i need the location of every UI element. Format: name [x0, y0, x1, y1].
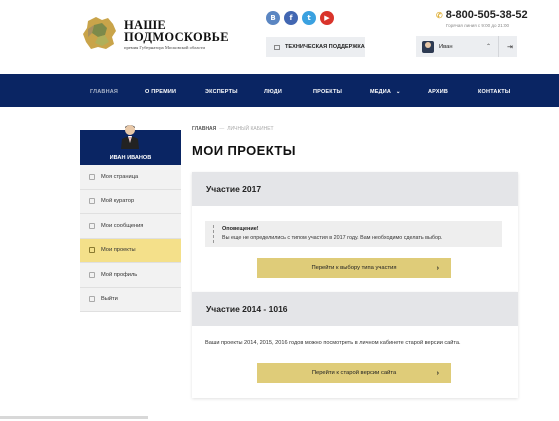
user-avatar — [121, 125, 139, 149]
hotline-phone[interactable]: ✆ 8-800-505-38-52 — [436, 9, 528, 21]
vk-icon[interactable]: В — [266, 11, 280, 25]
divider — [498, 36, 500, 57]
avatar — [422, 40, 434, 53]
panel-2014-title: Участие 2014 - 1016 — [192, 292, 518, 326]
sidebar-item-profile[interactable]: Мой профиль — [80, 263, 181, 288]
breadcrumb-home[interactable]: ГЛАВНАЯ — [192, 126, 216, 132]
message-icon — [89, 222, 95, 229]
folder-icon — [89, 247, 95, 254]
profile-sidebar: ИВАН ИВАНОВ Моя страница Мой куратор Мои… — [80, 125, 181, 312]
breadcrumb-separator: — — [219, 126, 225, 132]
nav-item-media-label: МЕДИА — [370, 89, 392, 95]
breadcrumb-current: ЛИЧНЫЙ КАБИНЕТ — [227, 126, 274, 132]
user-menu[interactable]: Иван ⌃ ⇥ — [416, 36, 517, 57]
curator-icon — [89, 198, 95, 205]
notice-box: Оповещение! Вы еще не определились с тип… — [205, 221, 502, 247]
region-map-icon — [83, 17, 116, 49]
sidebar-item-label: Выйти — [101, 296, 118, 303]
old-site-label: Перейти к старой версии сайта — [311, 370, 397, 376]
nav-item-about[interactable]: О ПРЕМИИ — [145, 89, 176, 95]
youtube-icon[interactable]: ▶ — [320, 11, 334, 25]
horizontal-scrollbar[interactable] — [0, 416, 148, 419]
sidebar-item-projects[interactable]: Мои проекты — [80, 238, 181, 263]
mail-icon — [274, 44, 280, 50]
phone-icon: ✆ — [436, 11, 443, 20]
sidebar-item-label: Моя страница — [101, 173, 139, 180]
sidebar-item-label: Мои проекты — [101, 247, 136, 254]
logout-icon — [89, 296, 95, 303]
breadcrumb: ГЛАВНАЯ — ЛИЧНЫЙ КАБИНЕТ — [192, 126, 274, 132]
notice-divider — [213, 225, 214, 243]
old-site-button[interactable]: Перейти к старой версии сайта › — [257, 363, 451, 383]
nav-item-projects[interactable]: ПРОЕКТЫ — [313, 89, 342, 95]
panel-2014-text: Ваши проекты 2014, 2015, 2016 годов можн… — [205, 340, 461, 346]
phone-number: 8-800-505-38-52 — [445, 9, 528, 21]
logo-subtitle: премия Губернатора Московской области — [124, 45, 206, 50]
chevron-down-icon: ⌄ — [395, 89, 401, 95]
sidebar-item-curator[interactable]: Мой куратор — [80, 190, 181, 214]
panel-2014: Участие 2014 - 1016 Ваши проекты 2014, 2… — [192, 292, 518, 398]
sidebar-header: ИВАН ИВАНОВ — [80, 125, 181, 165]
page-title: МОИ ПРОЕКТЫ — [192, 143, 296, 158]
nav-item-experts[interactable]: ЭКСПЕРТЫ — [205, 89, 238, 95]
user-name: Иван — [439, 43, 453, 50]
nav-item-media[interactable]: МЕДИА ⌄ — [370, 89, 401, 95]
chevron-right-icon: › — [436, 264, 439, 272]
sidebar-menu: Моя страница Мой куратор Мои сообщения М… — [80, 165, 181, 312]
notice-title: Оповещение! — [222, 226, 259, 232]
nav-item-archive[interactable]: АРХИВ — [428, 89, 448, 95]
chevron-up-icon[interactable]: ⌃ — [486, 43, 491, 50]
choose-participation-label: Перейти к выбору типа участия — [311, 265, 397, 271]
tech-support-button[interactable]: ТЕХНИЧЕСКАЯ ПОДДЕРЖКА — [266, 37, 365, 57]
user-icon — [89, 173, 95, 180]
nav-item-people[interactable]: ЛЮДИ — [264, 89, 282, 95]
main-nav: ГЛАВНАЯ О ПРЕМИИ ЭКСПЕРТЫ ЛЮДИ ПРОЕКТЫ М… — [0, 74, 559, 107]
gear-icon — [89, 271, 95, 278]
sidebar-item-logout[interactable]: Выйти — [80, 288, 181, 312]
notice-text: Вы еще не определились с типом участия в… — [222, 235, 443, 241]
sidebar-user-name: ИВАН ИВАНОВ — [109, 155, 152, 161]
hotline-hours: Горячая линия с 9:00 до 21:00 — [446, 23, 510, 28]
social-links: В f t ▶ — [266, 11, 334, 25]
nav-item-home[interactable]: ГЛАВНАЯ — [90, 89, 118, 95]
logout-icon[interactable]: ⇥ — [507, 43, 513, 51]
choose-participation-button[interactable]: Перейти к выбору типа участия › — [257, 258, 451, 278]
facebook-icon[interactable]: f — [284, 11, 298, 25]
sidebar-item-label: Мой куратор — [101, 198, 135, 205]
site-logo[interactable]: НАШЕ ПОДМОСКОВЬЕ премия Губернатора Моск… — [80, 13, 230, 57]
nav-item-contacts[interactable]: КОНТАКТЫ — [478, 89, 510, 95]
sidebar-item-label: Мои сообщения — [101, 222, 144, 229]
panel-2017-title: Участие 2017 — [192, 172, 518, 206]
sidebar-item-messages[interactable]: Мои сообщения — [80, 214, 181, 239]
sidebar-item-my-page[interactable]: Моя страница — [80, 165, 181, 190]
panel-2017: Участие 2017 Оповещение! Вы еще не опред… — [192, 172, 518, 292]
chevron-right-icon: › — [436, 369, 439, 377]
sidebar-item-label: Мой профиль — [101, 271, 138, 278]
logo-title: НАШЕ ПОДМОСКОВЬЕ — [124, 18, 229, 44]
tech-support-label: ТЕХНИЧЕСКАЯ ПОДДЕРЖКА — [285, 44, 365, 50]
twitter-icon[interactable]: t — [302, 11, 316, 25]
